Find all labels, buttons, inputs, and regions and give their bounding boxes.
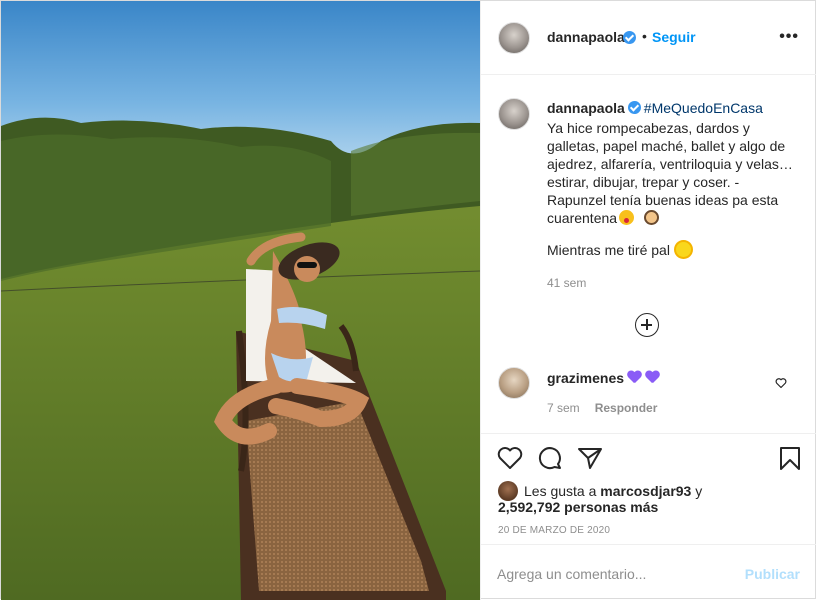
- heart-icon[interactable]: [497, 446, 523, 470]
- post-header: dannapaola • Seguir •••: [481, 1, 816, 75]
- more-icon[interactable]: •••: [779, 28, 799, 46]
- caption-hashtag[interactable]: #MeQuedoEnCasa: [644, 100, 763, 116]
- caption-line2: Mientras me tiré pal: [547, 242, 691, 258]
- purple-heart-emoji-icon: [645, 371, 660, 385]
- commenter-username[interactable]: grazimenes: [547, 370, 624, 386]
- add-comment-bar: Publicar: [481, 544, 816, 600]
- publish-button[interactable]: Publicar: [745, 566, 800, 582]
- plus-circle-icon[interactable]: [635, 313, 659, 337]
- caption-line2-text: Mientras me tiré pal: [547, 242, 670, 258]
- caption-avatar[interactable]: [498, 98, 530, 130]
- likes-suffix: y: [695, 483, 703, 499]
- comment-input[interactable]: [497, 563, 737, 585]
- instagram-post: dannapaola • Seguir ••• dannapaola #MeQue…: [0, 0, 816, 600]
- verified-icon: [627, 101, 641, 114]
- likes-count[interactable]: 2,592,792 personas más: [498, 499, 658, 515]
- separator-dot: •: [642, 28, 647, 44]
- post-photo[interactable]: [1, 1, 480, 600]
- comment-timestamp[interactable]: 7 sem: [547, 401, 580, 415]
- caption-text: Ya hice rompecabezas, dardos y galletas,…: [547, 119, 795, 227]
- likes-prefix: Les gusta a: [524, 483, 597, 499]
- reply-button[interactable]: Responder: [595, 401, 658, 415]
- author-avatar[interactable]: [498, 22, 530, 54]
- liker-avatar[interactable]: [498, 481, 518, 501]
- post-date[interactable]: 20 DE MARZO DE 2020: [498, 525, 610, 536]
- follow-button[interactable]: Seguir: [652, 29, 696, 45]
- liker-username[interactable]: marcosdjar93: [600, 483, 691, 499]
- caption-block: dannapaola #MeQuedoEnCasa Ya hice rompeca…: [481, 75, 816, 433]
- likes-summary: Les gusta a marcosdjar93 y: [498, 481, 702, 501]
- caption-username[interactable]: dannapaola: [547, 100, 625, 116]
- tongue-emoji-icon: [619, 210, 635, 225]
- caption-timestamp[interactable]: 41 sem: [547, 276, 586, 290]
- commenter-avatar[interactable]: [498, 367, 530, 399]
- princess-emoji-icon: [644, 210, 660, 225]
- share-icon[interactable]: [577, 446, 603, 470]
- purple-heart-emoji-icon: [627, 371, 642, 385]
- comment-content: grazimenes: [547, 370, 660, 386]
- caption-body: Ya hice rompecabezas, dardos y galletas,…: [547, 120, 793, 226]
- caption-header: dannapaola #MeQuedoEnCasa: [547, 100, 763, 116]
- comment-heart-icon[interactable]: [775, 377, 787, 389]
- comment-icon[interactable]: [537, 446, 563, 470]
- post-actions: Les gusta a marcosdjar93 y 2,592,792 per…: [481, 433, 816, 543]
- author-username[interactable]: dannapaola: [547, 29, 625, 45]
- bookmark-icon[interactable]: [779, 446, 801, 470]
- comment-item: grazimenes 7 sem Responder: [481, 361, 816, 431]
- comment-meta: 7 sem Responder: [547, 401, 657, 415]
- sun-emoji-icon: [675, 242, 691, 257]
- verified-icon: [623, 31, 636, 44]
- post-photo-illustration: [1, 1, 480, 600]
- post-side-panel: dannapaola • Seguir ••• dannapaola #MeQue…: [480, 1, 816, 600]
